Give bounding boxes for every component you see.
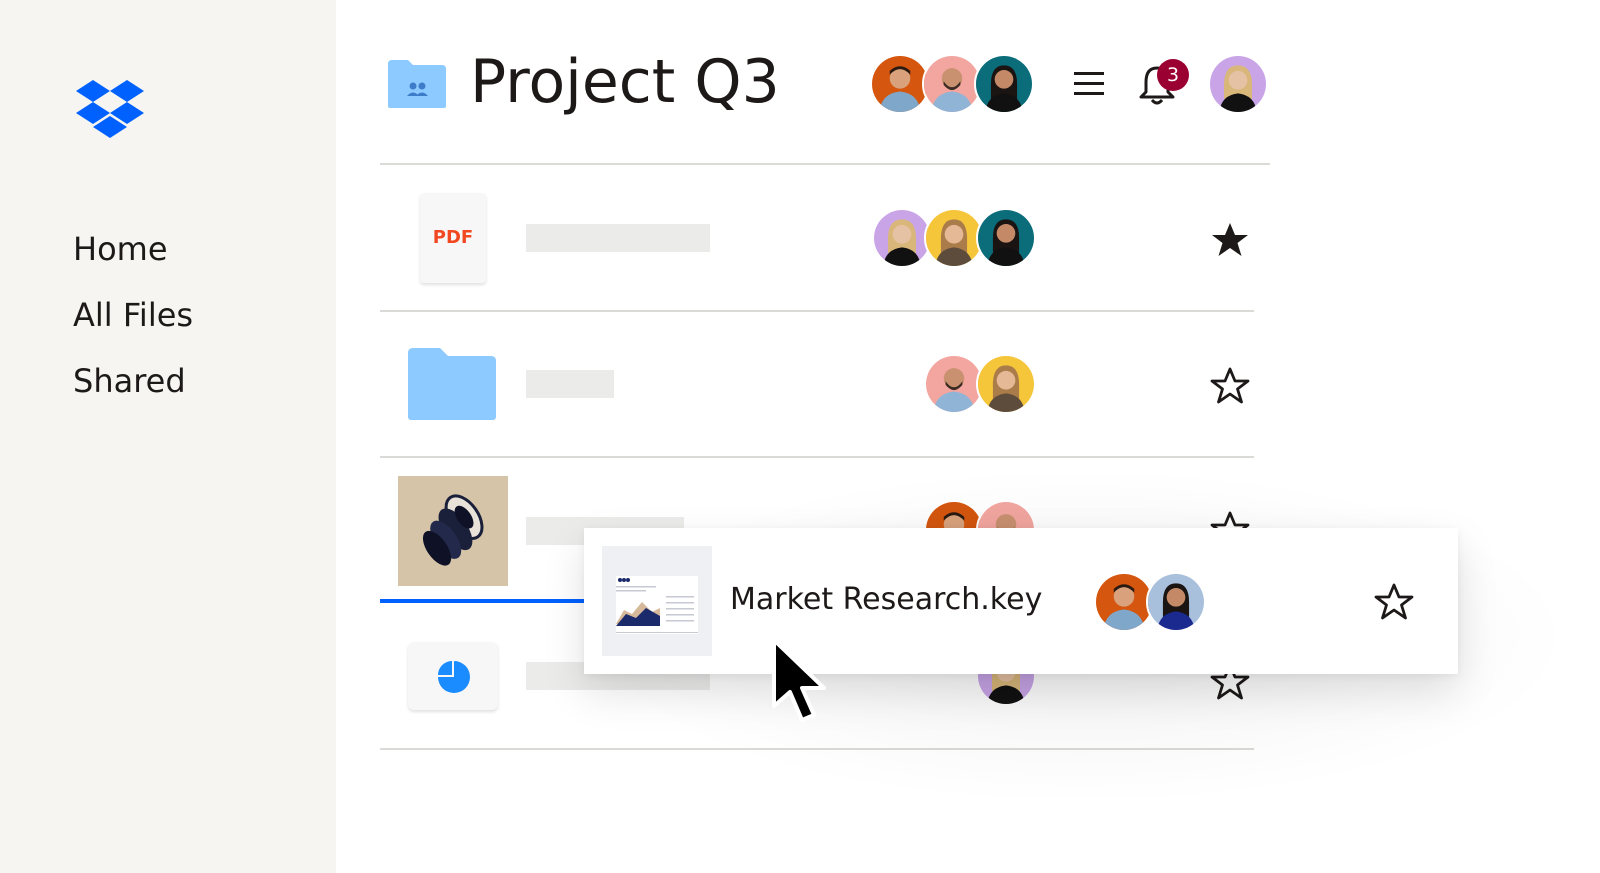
page-title: Project Q3 — [470, 47, 780, 117]
member-avatar[interactable] — [870, 54, 930, 114]
user-avatar[interactable] — [1208, 54, 1268, 114]
pie-chart-icon[interactable] — [408, 642, 498, 710]
keynote-thumbnail — [602, 546, 712, 656]
file-name-placeholder — [526, 224, 710, 252]
member-avatar[interactable] — [1146, 572, 1206, 632]
drop-target-indicator — [380, 599, 586, 603]
shared-folder-icon — [388, 60, 446, 108]
header-divider — [380, 163, 1270, 165]
member-avatar[interactable] — [922, 54, 982, 114]
member-avatar[interactable] — [872, 208, 932, 268]
member-avatar[interactable] — [1094, 572, 1154, 632]
sidebar-item-home[interactable]: Home — [73, 216, 193, 282]
notification-badge: 3 — [1157, 59, 1189, 91]
star-icon[interactable] — [1210, 366, 1250, 406]
row-divider — [380, 310, 1254, 312]
pdf-file-icon[interactable]: PDF — [420, 193, 486, 283]
image-thumbnail[interactable] — [398, 476, 508, 586]
dropbox-logo-icon[interactable] — [76, 80, 144, 138]
mouse-pointer-icon — [772, 638, 826, 722]
member-avatar[interactable] — [924, 208, 984, 268]
hamburger-menu-icon[interactable] — [1072, 68, 1106, 100]
pdf-label: PDF — [432, 227, 474, 248]
sidebar: Home All Files Shared — [0, 0, 336, 873]
dragged-file-name: Market Research.key — [730, 582, 1043, 617]
member-avatar[interactable] — [924, 354, 984, 414]
row-divider — [380, 456, 1254, 458]
member-avatar[interactable] — [974, 54, 1034, 114]
star-icon[interactable] — [1374, 582, 1414, 622]
dragged-file-card[interactable]: Market Research.key — [584, 528, 1458, 674]
sidebar-item-shared[interactable]: Shared — [73, 348, 193, 414]
sidebar-item-all-files[interactable]: All Files — [73, 282, 193, 348]
member-avatar[interactable] — [976, 208, 1036, 268]
member-avatar[interactable] — [976, 354, 1036, 414]
folder-icon[interactable] — [408, 348, 496, 420]
sidebar-nav: Home All Files Shared — [73, 216, 193, 414]
star-icon-filled[interactable] — [1210, 220, 1250, 260]
file-name-placeholder — [526, 370, 614, 398]
